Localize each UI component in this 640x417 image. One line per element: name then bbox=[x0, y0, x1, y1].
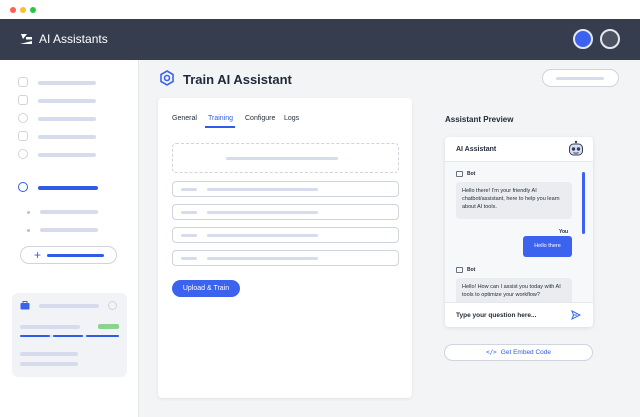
sidebar-item-assistants-active[interactable] bbox=[38, 186, 98, 190]
training-field-4[interactable] bbox=[172, 250, 399, 266]
sidebar-item-4[interactable] bbox=[38, 135, 96, 139]
tab-configure[interactable]: Configure bbox=[245, 115, 275, 122]
sidebar: + bbox=[0, 60, 139, 417]
app-title: AI Assistants bbox=[39, 32, 108, 46]
sidebar-item-1[interactable] bbox=[38, 81, 96, 85]
bot-message: Hello there! I'm your friendly AI chatbo… bbox=[456, 182, 572, 219]
usage-progress-segment-1 bbox=[20, 335, 50, 337]
training-field-3[interactable] bbox=[172, 227, 399, 243]
usage-progress-segment-3 bbox=[86, 335, 119, 337]
maximize-window-dot[interactable] bbox=[30, 7, 36, 13]
sender-label: Bot bbox=[467, 171, 476, 177]
get-embed-code-button[interactable]: </> Get Embed Code bbox=[444, 344, 593, 361]
app-header: AI Assistants bbox=[0, 19, 640, 60]
sender-label: Bot bbox=[467, 267, 476, 273]
usage-label bbox=[20, 325, 80, 329]
preview-title: Assistant Preview bbox=[445, 115, 514, 124]
send-icon[interactable] bbox=[571, 310, 581, 320]
assistant-icon[interactable] bbox=[18, 182, 28, 192]
sidebar-item-3[interactable] bbox=[38, 117, 96, 121]
users-icon[interactable] bbox=[18, 95, 28, 105]
sidebar-subitem-1[interactable] bbox=[40, 210, 98, 214]
usage-progress-segment-2 bbox=[53, 335, 83, 337]
user-message: Hello there bbox=[523, 236, 572, 257]
usage-detail-2 bbox=[20, 362, 78, 366]
file-dropzone[interactable] bbox=[172, 143, 399, 173]
chat-messages: Bot Hello there! I'm your friendly AI ch… bbox=[445, 162, 593, 308]
plus-icon: + bbox=[34, 248, 42, 262]
training-field-2[interactable] bbox=[172, 204, 399, 220]
sub-item-bullet bbox=[27, 211, 30, 214]
embed-button-label: Get Embed Code bbox=[500, 349, 552, 356]
bot-icon bbox=[456, 267, 463, 273]
sidebar-subitem-2[interactable] bbox=[40, 228, 98, 232]
profile-icon[interactable] bbox=[18, 113, 28, 123]
plus-circle-icon[interactable] bbox=[108, 301, 117, 310]
page-title: Train AI Assistant bbox=[183, 72, 292, 87]
chat-input[interactable]: Type your question here... bbox=[445, 302, 593, 327]
window-chrome bbox=[0, 0, 640, 19]
chat-title: AI Assistant bbox=[456, 146, 497, 153]
training-field-1[interactable] bbox=[172, 181, 399, 197]
sidebar-item-2[interactable] bbox=[38, 99, 96, 103]
status-badge bbox=[98, 324, 119, 329]
sidebar-item-5[interactable] bbox=[38, 153, 96, 157]
close-window-dot[interactable] bbox=[10, 7, 16, 13]
tab-general[interactable]: General bbox=[172, 115, 197, 122]
minimize-window-dot[interactable] bbox=[20, 7, 26, 13]
add-button-label-bar bbox=[47, 254, 104, 257]
logo-icon bbox=[20, 34, 32, 44]
usage-detail-1 bbox=[20, 352, 78, 356]
chat-input-placeholder: Type your question here... bbox=[456, 312, 537, 319]
upload-train-button[interactable]: Upload & Train bbox=[172, 280, 240, 297]
chat-preview: AI Assistant Bot Hello there! I'm your f… bbox=[445, 137, 593, 327]
code-icon: </> bbox=[485, 349, 497, 356]
sub-item-bullet bbox=[27, 229, 30, 232]
training-card: General Training Configure Logs Upload &… bbox=[158, 98, 412, 398]
gear-chip-icon bbox=[160, 70, 174, 86]
top-action-pill[interactable] bbox=[542, 69, 619, 87]
chat-scrollbar[interactable] bbox=[582, 172, 585, 234]
document-icon[interactable] bbox=[18, 131, 28, 141]
sender-label-you: You bbox=[559, 229, 569, 235]
tab-training[interactable]: Training bbox=[208, 115, 233, 122]
chat-header: AI Assistant bbox=[445, 137, 593, 162]
usage-card bbox=[12, 293, 127, 377]
robot-icon bbox=[569, 140, 583, 156]
active-tab-indicator bbox=[205, 126, 235, 128]
settings-icon[interactable] bbox=[18, 149, 28, 159]
bot-icon bbox=[456, 171, 463, 177]
dashboard-icon[interactable] bbox=[18, 77, 28, 87]
briefcase-icon bbox=[20, 301, 30, 310]
tab-logs[interactable]: Logs bbox=[284, 115, 299, 122]
profile-avatar[interactable] bbox=[573, 29, 593, 49]
add-assistant-button[interactable]: + bbox=[20, 246, 117, 264]
settings-avatar[interactable] bbox=[600, 29, 620, 49]
usage-card-title bbox=[39, 304, 99, 308]
